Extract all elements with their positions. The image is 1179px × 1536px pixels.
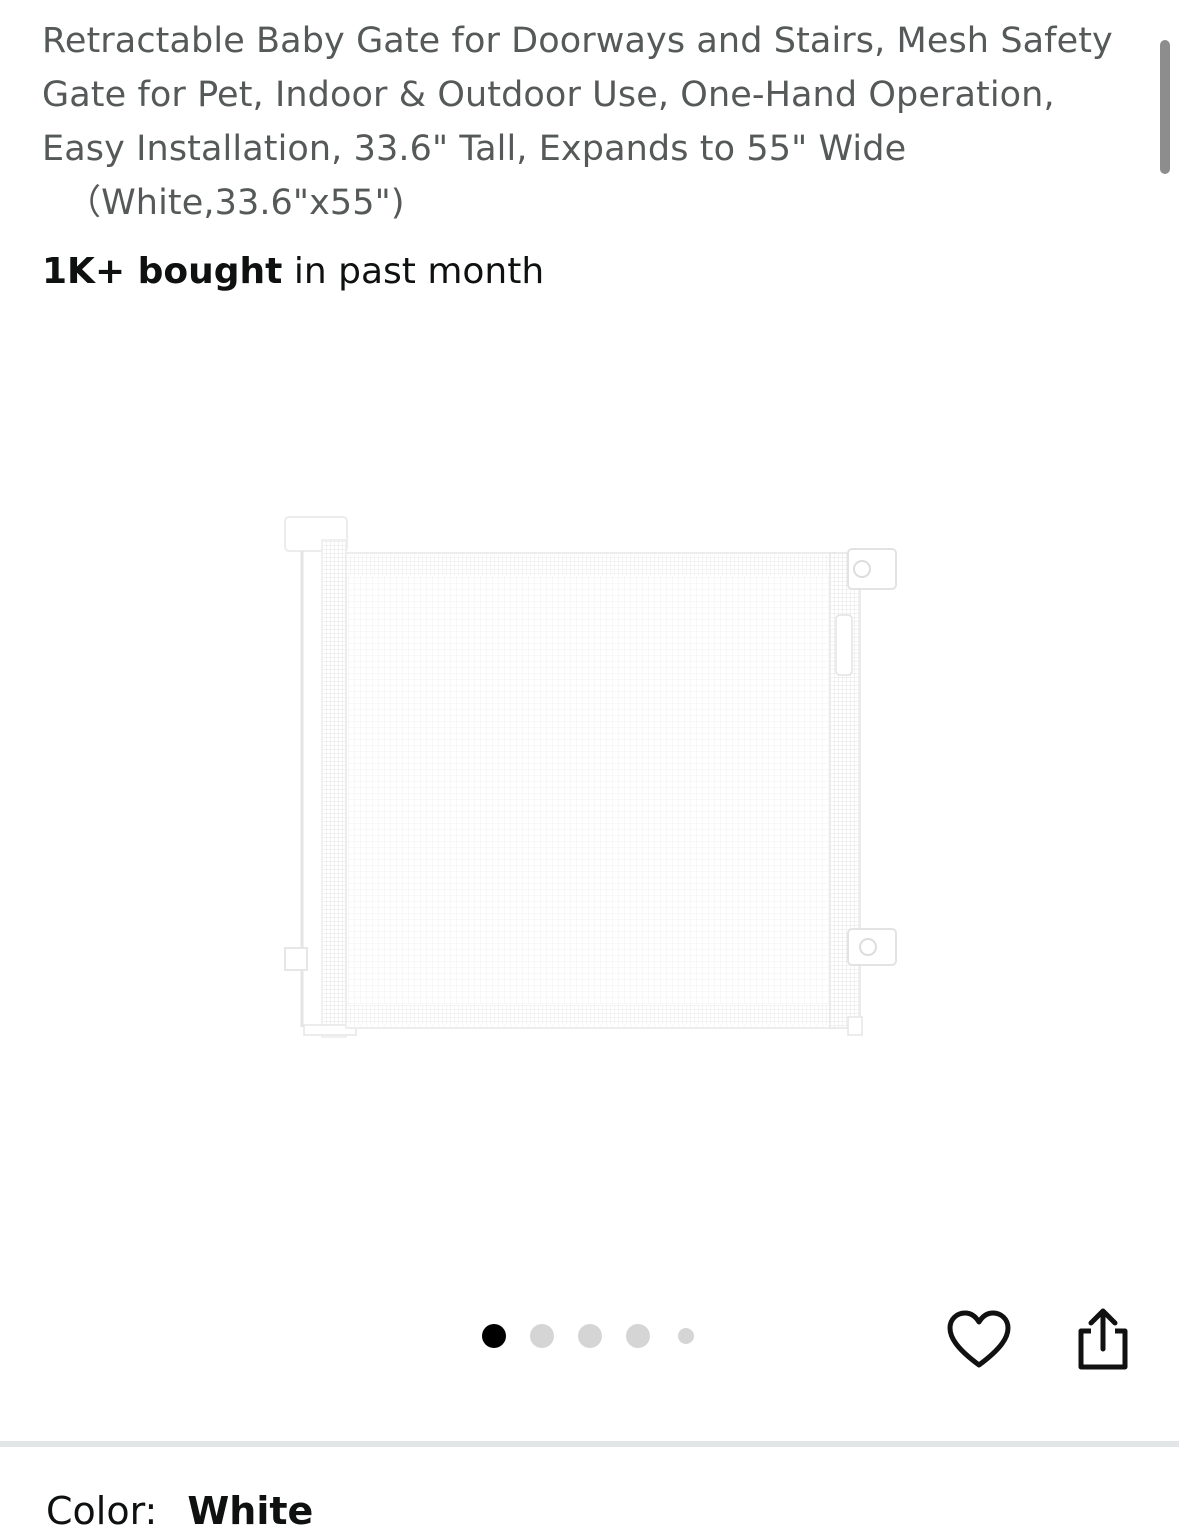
scrollbar[interactable] <box>1160 40 1170 174</box>
product-variant: （White,33.6"x55") <box>66 183 405 223</box>
bought-in-past-month: 1K+ bought in past month <box>42 247 544 297</box>
bought-count: 1K+ bought <box>42 251 283 292</box>
favorite-button[interactable] <box>944 1305 1014 1375</box>
color-selector: Color: White <box>46 1486 313 1536</box>
product-title-line: Retractable Baby Gate for Doorways and S… <box>42 21 1113 61</box>
color-value: White <box>187 1489 314 1533</box>
image-carousel-indicators <box>470 1318 706 1354</box>
carousel-dot[interactable] <box>678 1328 694 1344</box>
carousel-dot[interactable] <box>530 1324 554 1348</box>
carousel-dot[interactable] <box>578 1324 602 1348</box>
product-title-line: Easy Installation, 33.6" Tall, Expands t… <box>42 129 907 169</box>
product-title-line: Gate for Pet, Indoor & Outdoor Use, One-… <box>42 75 1055 115</box>
share-button[interactable] <box>1066 1305 1136 1375</box>
product-title: Retractable Baby Gate for Doorways and S… <box>42 14 1132 230</box>
share-icon <box>1078 1308 1128 1370</box>
carousel-dot-active[interactable] <box>482 1324 506 1348</box>
color-label: Color: <box>46 1489 158 1533</box>
carousel-dot[interactable] <box>626 1324 650 1348</box>
section-divider <box>0 1441 1179 1447</box>
product-image[interactable] <box>270 505 910 1050</box>
bought-suffix: in past month <box>282 251 545 292</box>
heart-icon <box>947 1310 1011 1368</box>
